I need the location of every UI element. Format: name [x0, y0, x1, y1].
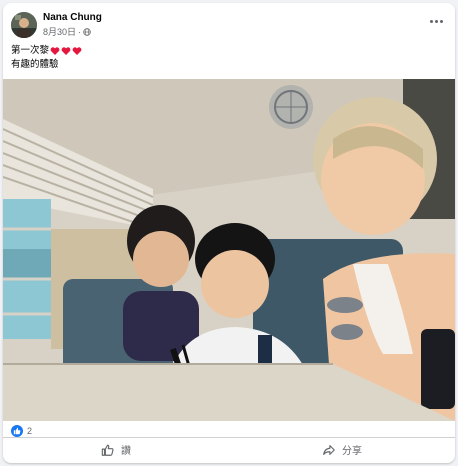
heart-icon: [61, 47, 71, 55]
post-actions: 讚 分享: [3, 437, 455, 461]
post-card: Nana Chung 8月30日 · 第一次黎 有趣的體驗 2 讚 分享: [3, 3, 455, 463]
like-icon: [11, 425, 23, 437]
dot-icon: [439, 19, 443, 23]
globe-icon: [83, 27, 91, 36]
thumbs-up-icon: [13, 427, 21, 435]
post-photo[interactable]: [3, 79, 455, 421]
dot-icon: [429, 19, 433, 23]
share-icon: [323, 444, 335, 455]
post-meta: 8月30日 ·: [43, 25, 91, 38]
reaction-count[interactable]: 2: [27, 426, 32, 436]
reaction-summary[interactable]: 2: [11, 425, 32, 437]
post-caption: 第一次黎 有趣的體驗: [11, 44, 82, 72]
dot-icon: [434, 19, 438, 23]
share-label: 分享: [342, 446, 362, 457]
caption-line-2: 有趣的體驗: [11, 59, 59, 70]
share-button[interactable]: 分享: [229, 438, 455, 461]
avatar[interactable]: [11, 12, 37, 38]
more-options-button[interactable]: [427, 15, 445, 27]
hearts-emoji: [50, 46, 82, 56]
heart-icon: [50, 47, 60, 55]
post-date[interactable]: 8月30日: [43, 25, 76, 38]
like-label: 讚: [121, 446, 131, 457]
avatar-image: [11, 12, 37, 38]
caption-line-1: 第一次黎: [11, 45, 50, 56]
thumbs-up-icon: [101, 444, 114, 456]
author-name[interactable]: Nana Chung: [43, 12, 102, 23]
photo-illustration: [3, 79, 455, 421]
heart-icon: [72, 47, 82, 55]
like-button[interactable]: 讚: [3, 438, 229, 461]
meta-separator: ·: [78, 26, 82, 37]
